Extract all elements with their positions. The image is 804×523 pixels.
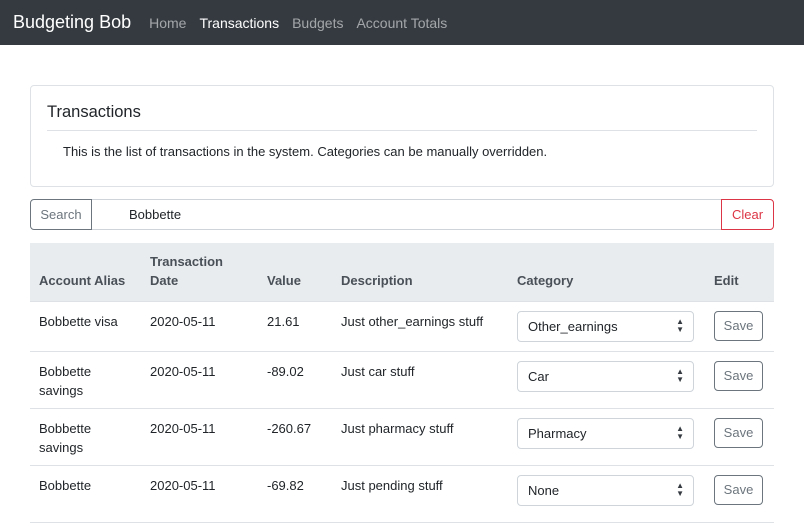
card-description: This is the list of transactions in the … [63, 144, 548, 159]
save-button[interactable]: Save [714, 360, 763, 391]
table-header-row: Account Alias Transaction Date Value Desc… [30, 243, 774, 302]
top-navbar: Budgeting Bob Home Transactions Budgets … [0, 0, 804, 45]
header-account-alias: Account Alias [30, 243, 141, 302]
category-select-value: Other_earnings [528, 318, 618, 334]
table-row: Bobbette savings 2020-05-11 -260.67 Just… [30, 408, 774, 466]
category-select-value: Car [528, 368, 549, 384]
nav-link-home[interactable]: Home [149, 15, 186, 31]
cell-account-alias: Bobbette savings [30, 408, 141, 466]
cell-description: Just pending stuff [332, 465, 508, 523]
cell-account-alias: Bobbette visa [30, 301, 141, 352]
cell-date: 2020-05-11 [141, 301, 258, 352]
cell-category: Car ▲ ▼ [508, 351, 705, 409]
cell-edit: Save [705, 351, 774, 409]
page-title: Transactions [47, 103, 141, 121]
cell-description: Just car stuff [332, 351, 508, 409]
cell-edit: Save [705, 408, 774, 466]
search-button[interactable]: Search [30, 199, 92, 230]
cell-value: 21.61 [258, 301, 332, 352]
category-select[interactable]: Car ▲ ▼ [517, 360, 694, 392]
cell-date: 2020-05-11 [141, 351, 258, 409]
table-row: Bobbette visa 2020-05-11 21.61 Just othe… [30, 301, 774, 352]
cell-category: None ▲ ▼ [508, 465, 705, 523]
save-button[interactable]: Save [714, 474, 763, 505]
cell-value: -260.67 [258, 408, 332, 466]
search-input[interactable] [92, 199, 721, 230]
select-arrows-icon: ▲ ▼ [676, 317, 684, 334]
intro-card: Transactions This is the list of transac… [30, 85, 774, 187]
cell-category: Pharmacy ▲ ▼ [508, 408, 705, 466]
cell-description: Just pharmacy stuff [332, 408, 508, 466]
cell-edit: Save [705, 301, 774, 352]
header-edit: Edit [705, 243, 774, 302]
cell-description: Just other_earnings stuff [332, 301, 508, 352]
cell-date: 2020-05-11 [141, 408, 258, 466]
cell-date: 2020-05-11 [141, 465, 258, 523]
header-value: Value [258, 243, 332, 302]
nav-link-account-totals[interactable]: Account Totals [356, 15, 447, 31]
select-arrows-icon: ▲ ▼ [676, 481, 684, 498]
cell-account-alias: Bobbette [30, 465, 141, 523]
cell-value: -89.02 [258, 351, 332, 409]
save-button[interactable]: Save [714, 417, 763, 448]
nav-link-budgets[interactable]: Budgets [292, 15, 343, 31]
category-select[interactable]: None ▲ ▼ [517, 474, 694, 506]
header-description: Description [332, 243, 508, 302]
table-row: Bobbette savings 2020-05-11 -89.02 Just … [30, 351, 774, 409]
cell-account-alias: Bobbette savings [30, 351, 141, 409]
search-group: Search Clear [30, 199, 774, 230]
card-divider [47, 130, 757, 131]
header-transaction-date: Transaction Date [141, 243, 258, 302]
header-date-line1: Transaction [150, 253, 223, 269]
select-arrows-icon: ▲ ▼ [676, 367, 684, 384]
select-arrows-icon: ▲ ▼ [676, 424, 684, 441]
header-category: Category [508, 243, 705, 302]
nav-link-transactions[interactable]: Transactions [199, 15, 279, 31]
table-row: Bobbette 2020-05-11 -69.82 Just pending … [30, 465, 774, 523]
header-date-line2: Date [150, 272, 179, 288]
category-select[interactable]: Other_earnings ▲ ▼ [517, 310, 694, 342]
brand-logo-text[interactable]: Budgeting Bob [13, 12, 131, 33]
category-select-value: Pharmacy [528, 425, 587, 441]
transactions-table: Account Alias Transaction Date Value Desc… [30, 243, 774, 523]
category-select[interactable]: Pharmacy ▲ ▼ [517, 417, 694, 449]
cell-edit: Save [705, 465, 774, 523]
category-select-value: None [528, 482, 560, 498]
cell-category: Other_earnings ▲ ▼ [508, 301, 705, 352]
cell-value: -69.82 [258, 465, 332, 523]
save-button[interactable]: Save [714, 310, 763, 341]
clear-button[interactable]: Clear [721, 199, 774, 230]
